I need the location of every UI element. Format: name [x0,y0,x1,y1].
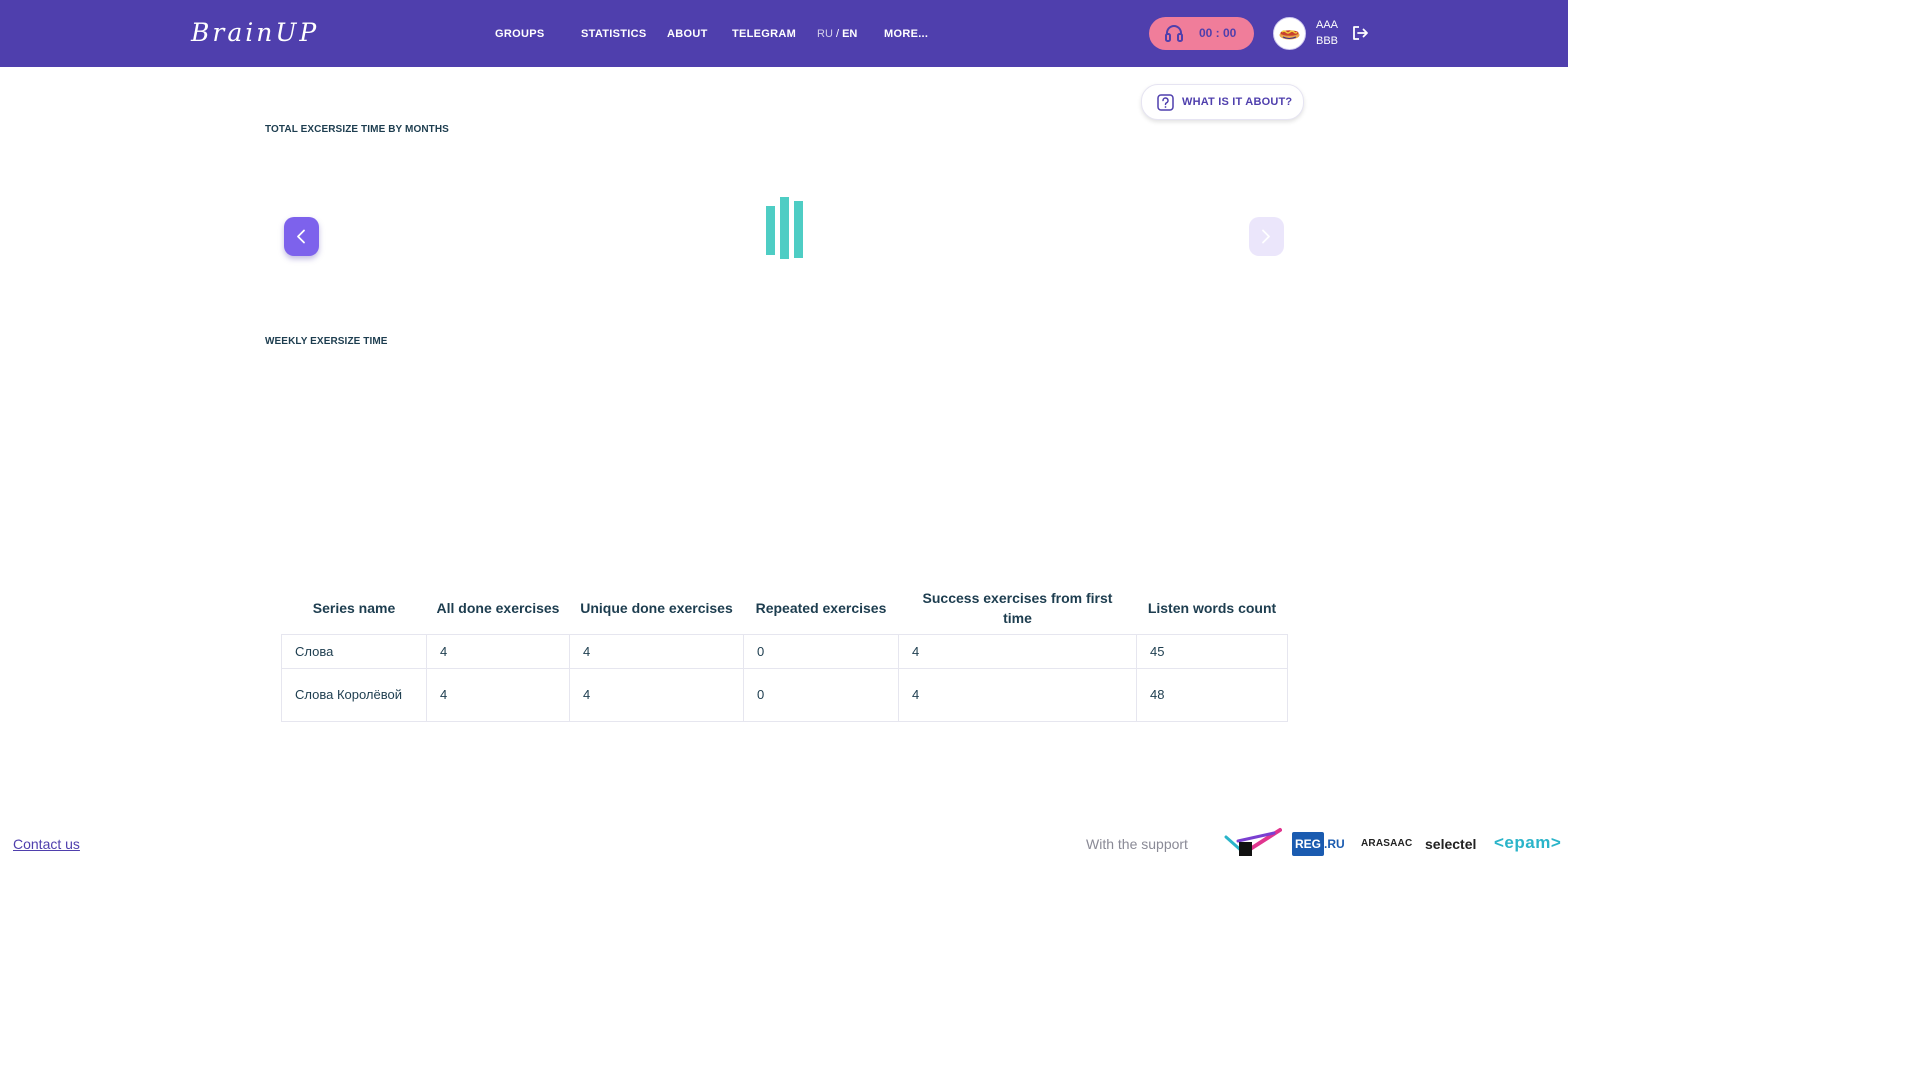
cell-repeated: 0 [743,668,899,722]
series-statistics-table: Series name All done exercises Unique do… [281,581,1288,722]
regru-logo-suffix: .RU [1324,837,1345,851]
ifree-logo-icon [1224,828,1282,856]
cell-listen-words: 45 [1136,634,1288,669]
top-navbar: BrainUP GROUPS STATISTICS ABOUT TELEGRAM… [0,0,1568,67]
selectel-logo-text: selectel [1425,836,1477,852]
contact-us-link[interactable]: Contact us [13,835,80,853]
headphones-icon [1165,25,1183,42]
previous-period-button[interactable] [284,217,319,256]
cell-success-first-time: 4 [898,668,1137,722]
logout-icon [1353,26,1368,40]
brainup-logo[interactable]: BrainUP [191,18,319,48]
logout-button[interactable] [1352,25,1369,46]
table-header-row: Series name All done exercises Unique do… [282,581,1288,635]
cell-all-done: 4 [426,668,570,722]
epam-logo-text: <epam> [1494,833,1562,852]
user-last-name: BBB [1316,35,1339,47]
nav-groups[interactable]: GROUPS [495,26,544,42]
column-header-all-done: All done exercises [436,599,560,616]
cell-unique-done: 4 [569,634,744,669]
what-is-it-about-button[interactable]: WHAT IS IT ABOUT? [1141,84,1304,120]
lang-separator: / [832,28,843,40]
partner-logo-epam[interactable]: <epam> [1494,832,1561,854]
loading-spinner [766,197,803,259]
column-header-listen-words: Listen words count [1147,599,1277,616]
loader-bar [766,206,775,255]
table-row: Слова Королёвой 4 4 0 4 48 [281,668,1288,722]
chevron-right-icon [1262,229,1270,244]
column-header-unique-done: Unique done exercises [580,599,733,616]
chevron-left-icon [297,229,305,244]
nav-statistics[interactable]: STATISTICS [581,26,647,42]
cell-repeated: 0 [743,634,899,669]
user-first-name: AAA [1316,19,1339,31]
weekly-chart-title: WEEKLY EXERSIZE TIME [265,336,388,347]
partner-logo-arasaac[interactable]: ARASAAC [1361,838,1412,850]
next-period-button[interactable] [1249,217,1284,256]
column-header-series-name: Series name [312,599,396,616]
what-is-it-about-label: WHAT IS IT ABOUT? [1182,96,1293,108]
cell-series-name: Слова Королёвой [281,668,427,722]
regru-logo-box: REG [1292,832,1325,856]
table-row: Слова 4 4 0 4 45 [281,634,1288,669]
column-header-repeated: Repeated exercises [755,599,887,616]
exercise-timer-button[interactable]: 00 : 00 [1149,17,1254,50]
nav-telegram[interactable]: TELEGRAM [732,26,796,42]
partner-logo-regru[interactable]: REG .RU [1292,832,1345,856]
hotdog-avatar-icon [1279,30,1300,40]
cell-listen-words: 48 [1136,668,1288,722]
timer-value: 00 : 00 [1199,26,1237,40]
partner-logo-ifree[interactable] [1224,827,1282,866]
cell-series-name: Слова [281,634,427,669]
partner-logo-selectel[interactable]: selectel [1425,835,1476,853]
column-header-success-first-time: Success exercises from first time [922,589,1113,626]
loader-bar [794,201,803,258]
language-switcher: RU / EN [817,26,857,42]
monthly-chart-title: TOTAL EXCERSIZE TIME BY MONTHS [265,124,449,135]
loader-bar [780,197,789,259]
user-avatar[interactable] [1273,17,1306,50]
nav-about[interactable]: ABOUT [667,26,708,42]
lang-en[interactable]: EN [842,28,857,40]
lang-ru[interactable]: RU [817,28,833,40]
cell-all-done: 4 [426,634,570,669]
question-icon [1157,94,1174,111]
cell-unique-done: 4 [569,668,744,722]
cell-success-first-time: 4 [898,634,1137,669]
support-label: With the support [1086,836,1188,852]
nav-more[interactable]: MORE... [884,26,928,42]
